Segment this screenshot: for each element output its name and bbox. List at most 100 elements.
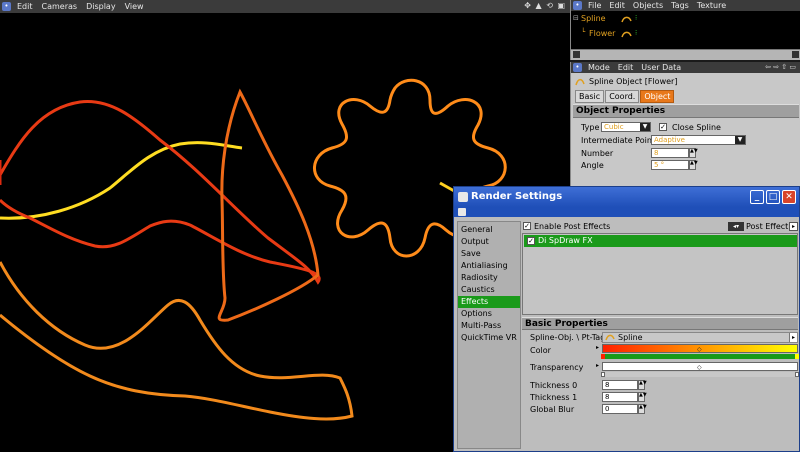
spline-link-icon — [605, 333, 615, 344]
sidebar-item-output[interactable]: Output — [458, 236, 520, 248]
viewport-menubar: • Edit Cameras Display View ✥ ▲ ⟲ ▣ — [0, 0, 570, 13]
post-effect-arrows-icon[interactable]: ◂▾ — [728, 222, 744, 231]
object-manager-icon[interactable]: • — [573, 1, 582, 10]
object-flower[interactable]: Flower — [589, 29, 615, 38]
color-knot-track[interactable] — [601, 354, 799, 359]
gradient-knot-start[interactable] — [601, 354, 605, 359]
am-menu-user-data[interactable]: User Data — [641, 62, 681, 73]
scroll-left-icon[interactable] — [573, 51, 580, 58]
angle-stepper[interactable]: ▲▼ — [689, 160, 698, 170]
angle-label: Angle — [581, 161, 604, 170]
close-button[interactable]: ✕ — [782, 190, 796, 204]
render-settings-window: Render Settings _ □ ✕ General Output Sav… — [453, 186, 800, 452]
type-dropdown[interactable]: Cubic ▼ — [601, 122, 651, 132]
transparency-knot-track[interactable] — [601, 372, 799, 377]
basic-properties-header: Basic Properties — [522, 317, 798, 330]
expand-icon[interactable]: ⊟ — [573, 14, 579, 22]
object-manager-scrollbar[interactable] — [571, 49, 800, 60]
transparency-expand-icon[interactable]: ▸ — [596, 362, 599, 369]
chevron-down-icon: ▼ — [735, 136, 745, 144]
tab-object[interactable]: Object — [640, 90, 675, 103]
menu-display[interactable]: Display — [86, 0, 116, 13]
menu-cameras[interactable]: Cameras — [42, 0, 78, 13]
angle-value: 5 ° — [654, 161, 665, 169]
gradient-knot-end[interactable] — [795, 354, 799, 359]
transparency-knot-start[interactable] — [601, 372, 605, 377]
link-menu-icon[interactable]: ▸ — [789, 333, 797, 342]
sidebar-item-effects[interactable]: Effects — [458, 296, 520, 308]
thickness-1-field[interactable]: 8 — [602, 392, 638, 402]
list-item[interactable]: ✓ Di SpDraw FX — [524, 235, 797, 247]
viewport-nav-icons[interactable]: ✥ ▲ ⟲ ▣ — [524, 1, 566, 10]
attribute-title: Spline Object [Flower] — [589, 77, 678, 86]
transparency-gradient[interactable]: ◇ — [602, 362, 798, 371]
thickness-1-stepper[interactable]: ▲▼ — [638, 392, 647, 402]
app-icon[interactable]: • — [2, 2, 11, 11]
transparency-midpoint-icon[interactable]: ◇ — [697, 364, 702, 371]
om-menu-objects[interactable]: Objects — [633, 0, 663, 11]
attribute-tabs: Basic Coord. Object — [575, 90, 675, 103]
object-spline[interactable]: Spline — [581, 14, 606, 23]
red-blob-spline — [0, 100, 321, 285]
sidebar-item-antialiasing[interactable]: Antialiasing — [458, 260, 520, 272]
scroll-right-icon[interactable] — [792, 51, 799, 58]
am-nav-arrows-icon[interactable]: ⇦ ⇨ ⇧ ▭ — [765, 63, 796, 71]
number-value: 8 — [654, 149, 659, 157]
render-settings-titlebar[interactable]: Render Settings _ □ ✕ — [454, 187, 799, 207]
transparency-label: Transparency — [530, 363, 584, 372]
gradient-midpoint-icon[interactable]: ◇ — [697, 346, 702, 353]
maximize-button[interactable]: □ — [766, 190, 780, 204]
sidebar-item-quicktime-vr[interactable]: QuickTime VR — [458, 332, 520, 344]
intermediate-points-dropdown[interactable]: Adaptive ▼ — [651, 135, 746, 145]
sidebar-item-options[interactable]: Options — [458, 308, 520, 320]
menu-edit[interactable]: Edit — [17, 0, 33, 13]
transparency-knot-end[interactable] — [795, 372, 799, 377]
number-field[interactable]: 8 — [651, 148, 689, 158]
sidebar-item-save[interactable]: Save — [458, 248, 520, 260]
angle-field[interactable]: 5 ° — [651, 160, 689, 170]
om-menu-file[interactable]: File — [588, 0, 601, 11]
global-blur-field[interactable]: 0 — [602, 404, 638, 414]
post-effect-button[interactable]: Post Effect — [746, 222, 788, 231]
number-stepper[interactable]: ▲▼ — [689, 148, 698, 158]
enable-post-effects-checkbox[interactable]: ✓ — [523, 222, 531, 230]
global-blur-stepper[interactable]: ▲▼ — [638, 404, 647, 414]
thickness-0-stepper[interactable]: ▲▼ — [638, 380, 647, 390]
rs-menu-icon[interactable] — [458, 208, 466, 216]
render-settings-toolstrip — [454, 207, 799, 217]
sidebar-item-caustics[interactable]: Caustics — [458, 284, 520, 296]
om-menu-tags[interactable]: Tags — [671, 0, 689, 11]
spline-obj-link-field[interactable]: Spline ▸ — [602, 332, 798, 343]
sidebar-item-multi-pass[interactable]: Multi-Pass — [458, 320, 520, 332]
minimize-button[interactable]: _ — [750, 190, 764, 204]
am-menu-edit[interactable]: Edit — [618, 62, 634, 73]
om-menu-texture[interactable]: Texture — [697, 0, 726, 11]
spline-tag-icon[interactable] — [621, 15, 632, 24]
color-label: Color — [530, 346, 551, 355]
post-effect-enabled-checkbox[interactable]: ✓ — [527, 237, 535, 245]
attribute-manager-icon[interactable]: • — [573, 63, 582, 72]
tab-coord[interactable]: Coord. — [605, 90, 640, 103]
visibility-icon[interactable]: ⁝ — [635, 14, 637, 22]
close-spline-label: Close Spline — [672, 123, 721, 132]
color-gradient[interactable]: ◇ — [602, 344, 798, 353]
sidebar-item-radiosity[interactable]: Radiosity — [458, 272, 520, 284]
close-spline-checkbox[interactable]: ✓ — [659, 123, 667, 131]
menu-view[interactable]: View — [125, 0, 144, 13]
intermediate-points-value: Adaptive — [654, 136, 685, 144]
tab-basic[interactable]: Basic — [575, 90, 605, 103]
object-tree[interactable]: ⊟ Spline ⁝ └ Flower ⁝ — [571, 11, 800, 49]
spline-obj-label: Spline-Obj. \ Pt-Tag — [530, 333, 606, 342]
color-expand-icon[interactable]: ▸ — [596, 344, 599, 351]
post-effect-menu-icon[interactable]: ▸ — [789, 222, 798, 231]
chevron-down-icon: ▼ — [640, 123, 650, 131]
flower-tag-icon[interactable] — [621, 30, 632, 39]
orange-loop-spline — [0, 261, 354, 421]
thickness-1-value: 8 — [605, 393, 610, 401]
om-menu-edit[interactable]: Edit — [609, 0, 625, 11]
sidebar-item-general[interactable]: General — [458, 224, 520, 236]
thickness-0-field[interactable]: 8 — [602, 380, 638, 390]
post-effects-list[interactable]: ✓ Di SpDraw FX — [522, 233, 798, 315]
am-menu-mode[interactable]: Mode — [588, 62, 610, 73]
flower-visibility-icon[interactable]: ⁝ — [635, 29, 637, 37]
